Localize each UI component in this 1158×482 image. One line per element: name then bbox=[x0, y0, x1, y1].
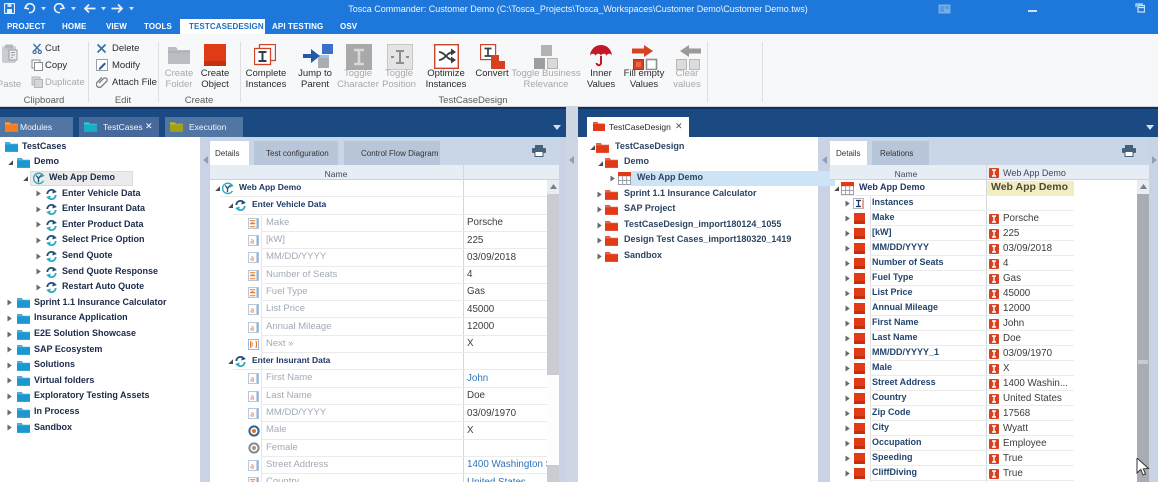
svg-text:a: a bbox=[250, 374, 254, 384]
svg-text:a: a bbox=[250, 305, 254, 315]
svg-text:a: a bbox=[250, 408, 254, 418]
svg-text:a: a bbox=[250, 391, 254, 401]
svg-text:a: a bbox=[250, 322, 254, 332]
svg-text:a: a bbox=[250, 253, 254, 263]
svg-text:a: a bbox=[250, 235, 254, 245]
svg-text:a: a bbox=[250, 460, 254, 470]
